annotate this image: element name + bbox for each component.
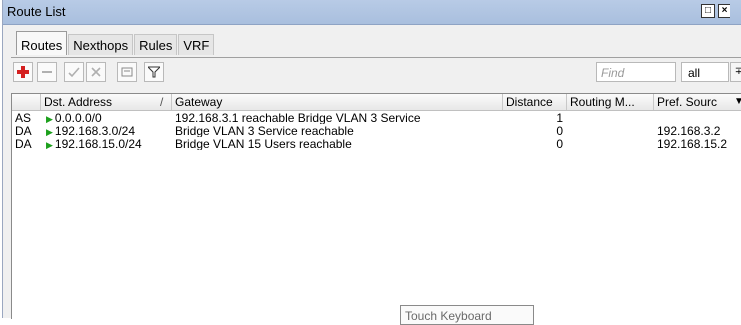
row-gateway: 192.168.3.1 reachable Bridge VLAN 3 Serv…	[175, 112, 421, 124]
row-distance: 0	[556, 138, 563, 150]
titlebar[interactable]: Route List □ ×	[3, 0, 741, 25]
row-distance: 0	[556, 125, 563, 137]
route-arrow-icon: ▶	[46, 114, 53, 124]
tab-routes[interactable]: Routes	[16, 31, 68, 55]
row-flags: DA	[15, 125, 32, 137]
col-distance[interactable]: Distance	[503, 94, 567, 110]
sort-indicator: /	[160, 95, 164, 109]
comment-button[interactable]	[117, 62, 137, 82]
row-dst: ▶ 192.168.3.0/24	[46, 125, 135, 138]
add-button[interactable]	[13, 62, 33, 82]
table-row[interactable]: DA ▶ 192.168.15.0/24 Bridge VLAN 15 Users…	[12, 138, 741, 150]
column-menu-icon[interactable]: ▼	[734, 96, 741, 107]
row-gateway: Bridge VLAN 15 Users reachable	[175, 138, 352, 150]
remove-icon	[42, 71, 52, 73]
touch-keyboard-tooltip: Touch Keyboard	[400, 305, 534, 325]
table-row[interactable]: DA ▶ 192.168.3.0/24 Bridge VLAN 3 Service…	[12, 125, 741, 137]
row-dst: ▶ 0.0.0.0/0	[46, 112, 102, 125]
comment-icon	[121, 67, 133, 77]
window-title: Route List	[7, 4, 66, 19]
close-button[interactable]: ×	[718, 4, 730, 18]
disable-icon	[91, 67, 101, 77]
row-distance: 1	[556, 112, 563, 124]
filter-button[interactable]	[144, 62, 164, 82]
maximize-button[interactable]: □	[701, 4, 715, 18]
table-row[interactable]: AS ▶ 0.0.0.0/0 192.168.3.1 reachable Brid…	[12, 112, 741, 124]
route-list-window: Route List □ × Routes Nexthops Rules VRF	[2, 0, 741, 319]
tab-bar: Routes Nexthops Rules VRF	[16, 31, 215, 58]
row-pref-source: 192.168.3.2	[657, 125, 721, 137]
disable-button[interactable]	[86, 62, 106, 82]
find-input[interactable]: Find	[596, 62, 676, 82]
routes-table: Dst. Address / Gateway Distance Routing …	[11, 93, 741, 319]
toolbar: Find all ∓	[11, 62, 741, 84]
enable-icon	[68, 67, 80, 78]
row-flags: AS	[15, 112, 32, 124]
add-icon	[17, 66, 29, 78]
row-gateway: Bridge VLAN 3 Service reachable	[175, 125, 354, 137]
tab-rules[interactable]: Rules	[134, 34, 178, 55]
remove-button[interactable]	[37, 62, 57, 82]
filter-select[interactable]: all	[681, 62, 729, 82]
col-routing-mark[interactable]: Routing M...	[567, 94, 654, 110]
route-arrow-icon: ▶	[46, 127, 53, 137]
col-gateway[interactable]: Gateway	[172, 94, 503, 110]
col-flags[interactable]	[12, 94, 41, 110]
filter-icon	[148, 66, 160, 78]
col-pref-source-label: Pref. Sourc	[657, 95, 718, 109]
col-dst-address[interactable]: Dst. Address /	[41, 94, 172, 110]
tab-nexthops[interactable]: Nexthops	[68, 34, 134, 55]
row-pref-source: 192.168.15.2	[657, 138, 728, 150]
filter-dropdown-button[interactable]: ∓	[730, 62, 741, 82]
col-pref-source[interactable]: Pref. Sourc	[654, 94, 734, 110]
row-flags: DA	[15, 138, 32, 150]
tab-vrf[interactable]: VRF	[178, 34, 215, 55]
col-dst-address-label: Dst. Address	[44, 95, 113, 109]
enable-button[interactable]	[64, 62, 84, 82]
route-arrow-icon: ▶	[46, 140, 53, 150]
table-header: Dst. Address / Gateway Distance Routing …	[12, 94, 741, 111]
tab-divider	[11, 57, 741, 58]
row-dst: ▶ 192.168.15.0/24	[46, 138, 142, 151]
